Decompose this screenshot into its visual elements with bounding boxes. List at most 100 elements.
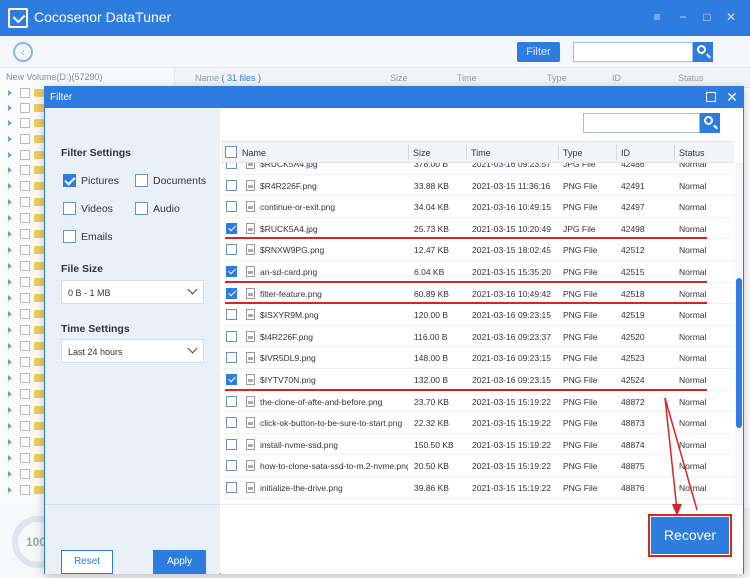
row-checkbox[interactable]: [226, 266, 237, 277]
maximize-icon[interactable]: [706, 92, 716, 102]
tree-node[interactable]: [8, 309, 48, 319]
tree-node[interactable]: [8, 293, 48, 303]
row-checkbox[interactable]: [226, 309, 237, 321]
table-row[interactable]: continue-or-exit.png 34.04 KB 2021-03-16 1…: [221, 196, 734, 218]
row-checkbox[interactable]: [226, 163, 237, 169]
tree-node[interactable]: [8, 197, 48, 207]
col-time[interactable]: Time: [471, 148, 491, 158]
col-type[interactable]: Type: [563, 148, 583, 158]
tree-node[interactable]: [8, 421, 48, 431]
expand-arrow-icon[interactable]: [8, 105, 12, 111]
row-checkbox[interactable]: [226, 352, 237, 364]
expand-arrow-icon[interactable]: [8, 423, 12, 429]
expand-arrow-icon[interactable]: [8, 90, 12, 96]
close-icon[interactable]: ✕: [724, 10, 738, 24]
tree-node[interactable]: [8, 165, 48, 175]
time-select[interactable]: Last 24 hours: [61, 339, 204, 363]
tree-checkbox[interactable]: [20, 309, 30, 319]
tree-checkbox[interactable]: [20, 277, 30, 287]
tree-node[interactable]: [8, 277, 48, 287]
tree-node[interactable]: [8, 103, 48, 113]
tree-node[interactable]: [8, 181, 48, 191]
expand-arrow-icon[interactable]: [8, 375, 12, 381]
row-checkbox[interactable]: [226, 395, 237, 407]
tree-node[interactable]: [8, 485, 48, 495]
recover-button[interactable]: Recover: [651, 517, 729, 554]
expand-arrow-icon[interactable]: [8, 439, 12, 445]
expand-arrow-icon[interactable]: [8, 215, 12, 221]
dialog-search-button[interactable]: [700, 113, 720, 133]
back-arrow-icon[interactable]: ‹: [13, 42, 33, 62]
tree-checkbox[interactable]: [20, 165, 30, 175]
tree-node[interactable]: [8, 357, 48, 367]
expand-arrow-icon[interactable]: [8, 407, 12, 413]
checkbox-audio[interactable]: [135, 202, 148, 215]
expand-arrow-icon[interactable]: [8, 455, 12, 461]
tree-checkbox[interactable]: [20, 421, 30, 431]
table-row[interactable]: an-sd-card.png 6.04 KB 2021-03-15 15:35:20…: [221, 261, 734, 283]
tree-checkbox[interactable]: [20, 134, 30, 144]
expand-arrow-icon[interactable]: [8, 136, 12, 142]
row-checkbox[interactable]: [226, 244, 237, 256]
expand-arrow-icon[interactable]: [8, 311, 12, 317]
row-checkbox[interactable]: [226, 330, 237, 342]
table-row[interactable]: $IYTV70N.png 132.00 B 2021-03-16 09:23:15 P…: [221, 369, 734, 391]
dialog-search-input[interactable]: [583, 113, 700, 133]
table-row[interactable]: $RUCK5A4.jpg 378.00 B 2021-03-16 09:23:57 J…: [221, 163, 734, 175]
tree-node[interactable]: [8, 229, 48, 239]
menu-icon[interactable]: ≡: [650, 10, 664, 24]
tree-checkbox[interactable]: [20, 245, 30, 255]
expand-arrow-icon[interactable]: [8, 487, 12, 493]
expand-arrow-icon[interactable]: [8, 152, 12, 158]
expand-arrow-icon[interactable]: [8, 183, 12, 189]
expand-arrow-icon[interactable]: [8, 295, 12, 301]
scrollbar-thumb[interactable]: [736, 278, 742, 428]
checkbox-documents[interactable]: [135, 174, 148, 187]
expand-arrow-icon[interactable]: [8, 279, 12, 285]
expand-arrow-icon[interactable]: [8, 231, 12, 237]
expand-arrow-icon[interactable]: [8, 120, 12, 126]
tree-node[interactable]: [8, 150, 48, 160]
tree-node[interactable]: [8, 437, 48, 447]
expand-arrow-icon[interactable]: [8, 391, 12, 397]
row-checkbox[interactable]: [226, 417, 237, 429]
maximize-icon[interactable]: □: [700, 10, 714, 24]
tree-checkbox[interactable]: [20, 213, 30, 223]
app-search-button[interactable]: [693, 42, 713, 62]
reset-button[interactable]: Reset: [61, 550, 113, 574]
tree-node[interactable]: [8, 341, 48, 351]
tree-checkbox[interactable]: [20, 437, 30, 447]
tree-node[interactable]: [8, 88, 48, 98]
table-row[interactable]: $I4R226F.png 116.00 B 2021-03-16 09:23:37 P…: [221, 326, 734, 348]
select-all-checkbox[interactable]: [225, 146, 237, 158]
tree-node[interactable]: [8, 453, 48, 463]
app-search-input[interactable]: [573, 42, 693, 62]
expand-arrow-icon[interactable]: [8, 359, 12, 365]
checkbox-pictures[interactable]: [63, 174, 76, 187]
expand-arrow-icon[interactable]: [8, 263, 12, 269]
checkbox-videos[interactable]: [63, 202, 76, 215]
checkbox-emails[interactable]: [63, 230, 76, 243]
tree-node[interactable]: [8, 389, 48, 399]
apply-button[interactable]: Apply: [153, 550, 206, 574]
tree-checkbox[interactable]: [20, 357, 30, 367]
row-checkbox[interactable]: [226, 482, 237, 493]
col-status[interactable]: Status: [679, 148, 705, 158]
tree-checkbox[interactable]: [20, 373, 30, 383]
col-id[interactable]: ID: [621, 148, 630, 158]
table-row[interactable]: $R4R226F.png 33.88 KB 2021-03-15 11:36:16 P…: [221, 175, 734, 197]
tree-checkbox[interactable]: [20, 150, 30, 160]
minimize-icon[interactable]: −: [676, 10, 690, 24]
tree-checkbox[interactable]: [20, 389, 30, 399]
expand-arrow-icon[interactable]: [8, 247, 12, 253]
col-size[interactable]: Size: [413, 148, 431, 158]
vertical-scrollbar[interactable]: [735, 163, 743, 504]
tree-checkbox[interactable]: [20, 341, 30, 351]
expand-arrow-icon[interactable]: [8, 471, 12, 477]
tree-checkbox[interactable]: [20, 261, 30, 271]
tree-node[interactable]: [8, 325, 48, 335]
tree-checkbox[interactable]: [20, 197, 30, 207]
row-checkbox[interactable]: [226, 179, 237, 191]
table-row[interactable]: $RNXW9PG.png 12.47 KB 2021-03-15 18:02:45 P…: [221, 239, 734, 261]
expand-arrow-icon[interactable]: [8, 327, 12, 333]
